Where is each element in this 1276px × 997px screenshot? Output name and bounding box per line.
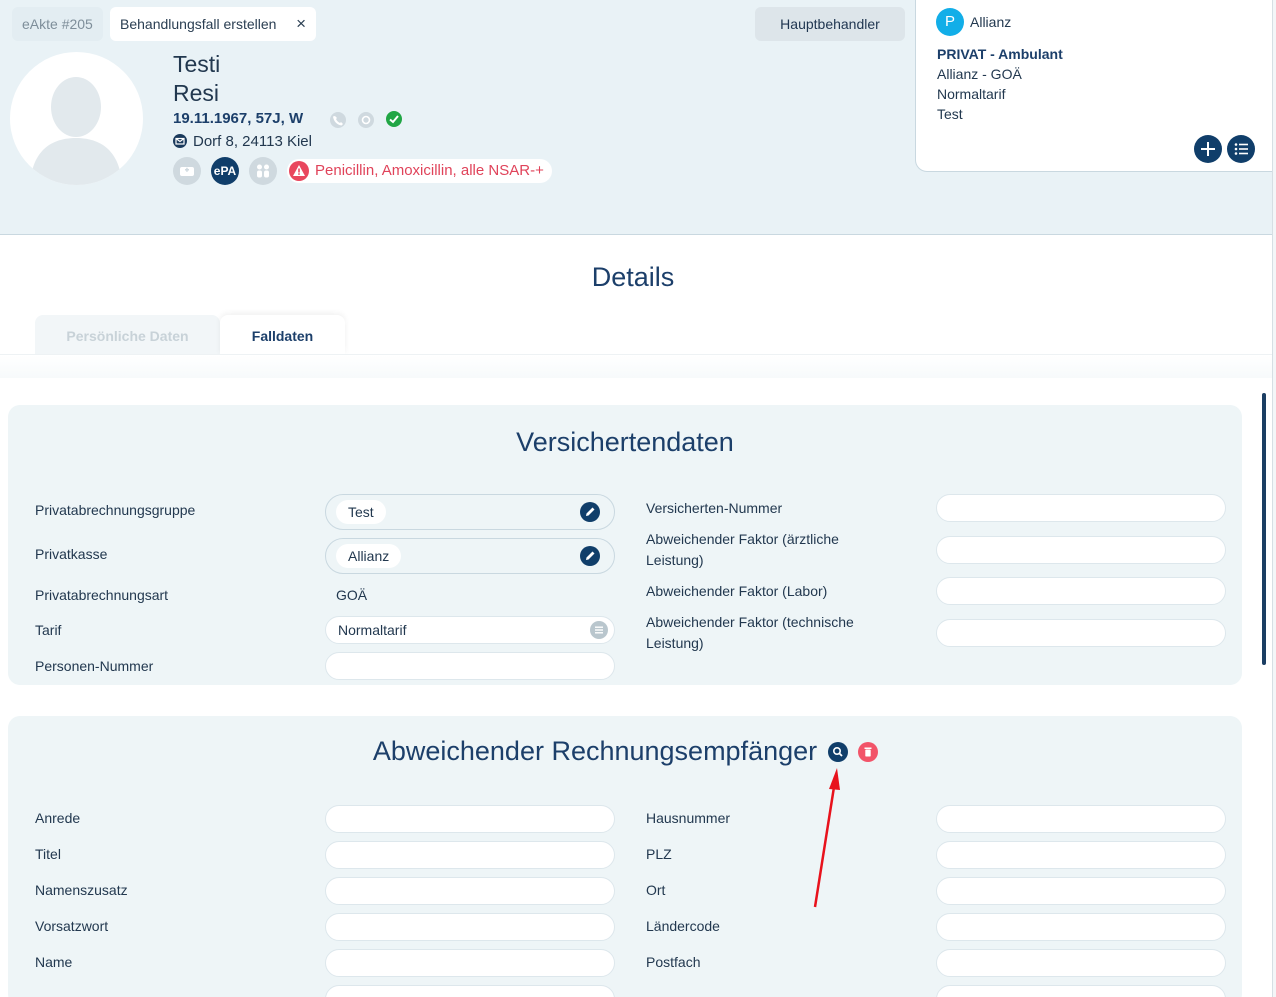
name-label: Name xyxy=(35,954,73,970)
laendercode-label: Ländercode xyxy=(646,918,720,934)
versicherten-nummer-label: Versicherten-Nummer xyxy=(646,500,783,516)
tarif-select[interactable]: Normaltarif xyxy=(325,616,615,644)
privatabrechnungsgruppe-field[interactable]: Test xyxy=(325,494,615,530)
patient-first-name: Testi xyxy=(173,51,221,77)
ort-label: Ort xyxy=(646,882,666,898)
faktor-aerztlich-input[interactable] xyxy=(936,536,1226,564)
insurance-line: Test xyxy=(937,106,963,122)
privatkasse-chip: Allianz xyxy=(336,544,402,568)
laendercode-input[interactable] xyxy=(936,913,1226,941)
ort-input[interactable] xyxy=(936,877,1226,905)
faktor-labor-label: Abweichender Faktor (Labor) xyxy=(646,583,828,599)
pencil-icon[interactable] xyxy=(580,502,600,522)
list-icon[interactable] xyxy=(1227,135,1255,163)
hausnummer-input[interactable] xyxy=(936,805,1226,833)
tarif-select-value: Normaltarif xyxy=(338,622,407,638)
versicherten-nummer-input[interactable] xyxy=(936,494,1226,522)
insurance-line: Normaltarif xyxy=(937,86,1006,102)
anrede-input[interactable] xyxy=(325,805,615,833)
at-icon[interactable] xyxy=(358,112,374,128)
namenszusatz-label: Namenszusatz xyxy=(35,882,128,898)
privatabrechnungsgruppe-label: Privatabrechnungsgruppe xyxy=(35,502,196,518)
trash-icon[interactable] xyxy=(858,742,878,762)
vorsatzwort-label: Vorsatzwort xyxy=(35,918,109,934)
insurance-type-badge: P xyxy=(936,8,964,36)
privatkasse-label: Privatkasse xyxy=(35,546,108,562)
privatabrechnungsart-value: GOÄ xyxy=(336,587,368,603)
postfach-label: Postfach xyxy=(646,954,701,970)
plz-label: PLZ xyxy=(646,846,672,862)
personen-nummer-input[interactable] xyxy=(325,652,615,680)
allergy-badge[interactable]: Penicillin, Amoxicillin, alle NSAR-+ xyxy=(287,159,552,183)
insurance-name: Allianz xyxy=(970,14,1012,30)
patient-address-text: Dorf 8, 24113 Kiel xyxy=(193,133,312,150)
phone-icon[interactable] xyxy=(330,112,346,128)
insurance-type: PRIVAT - Ambulant xyxy=(937,46,1063,62)
person-silhouette-icon xyxy=(30,77,122,185)
vorsatzwort-input[interactable] xyxy=(325,913,615,941)
faktor-technisch-label: Abweichender Faktor (technische Leistung… xyxy=(646,614,854,651)
section-title: Abweichender Rechnungsempfänger xyxy=(372,736,818,766)
details-title: Details xyxy=(591,262,675,292)
tab-falldaten[interactable]: Falldaten xyxy=(220,315,345,355)
check-icon xyxy=(386,111,402,127)
faktor-technisch-input[interactable] xyxy=(936,619,1226,647)
insurance-line: Allianz - GOÄ xyxy=(937,66,1022,82)
allergy-text: Penicillin, Amoxicillin, alle NSAR-+ xyxy=(315,162,544,179)
patient-address: Dorf 8, 24113 Kiel xyxy=(173,133,312,150)
close-icon[interactable]: × xyxy=(296,7,306,41)
privatabrechnungsart-label: Privatabrechnungsart xyxy=(35,587,169,603)
postfach-input[interactable] xyxy=(936,949,1226,977)
warning-icon xyxy=(289,161,309,181)
family-icon[interactable] xyxy=(249,157,277,185)
privatabrechnungsgruppe-chip: Test xyxy=(336,500,386,524)
titel-label: Titel xyxy=(35,846,61,862)
scrollbar-thumb[interactable] xyxy=(1262,393,1266,665)
tab-content-divider xyxy=(0,354,1272,378)
telefon-mobil-input[interactable] xyxy=(936,985,1226,997)
pencil-icon[interactable] xyxy=(580,546,600,566)
search-icon[interactable] xyxy=(828,742,848,762)
vorname-input[interactable] xyxy=(325,985,615,997)
tab-eakte[interactable]: eAkte #205 xyxy=(12,7,103,41)
scroll-track xyxy=(1272,0,1276,997)
list-icon[interactable] xyxy=(590,621,608,639)
section-title: Versichertendaten xyxy=(516,427,734,457)
tab-persoenliche-daten[interactable]: Persönliche Daten xyxy=(35,315,220,355)
mail-icon xyxy=(173,134,187,148)
name-input[interactable] xyxy=(325,949,615,977)
ambulance-icon[interactable] xyxy=(173,157,201,185)
hausnummer-label: Hausnummer xyxy=(646,810,731,826)
tab-behandlungsfall-label: Behandlungsfall erstellen xyxy=(120,16,277,32)
section-rechnungsempfaenger: Abweichender Rechnungsempfänger Anrede T… xyxy=(8,716,1242,997)
personen-nummer-label: Personen-Nummer xyxy=(35,658,154,674)
faktor-aerztlich-label: Abweichender Faktor (ärztliche Leistung) xyxy=(646,531,839,568)
add-button[interactable] xyxy=(1194,135,1222,163)
hauptbehandler-button[interactable]: Hauptbehandler xyxy=(755,7,905,41)
avatar xyxy=(10,52,143,185)
plz-input[interactable] xyxy=(936,841,1226,869)
namenszusatz-input[interactable] xyxy=(325,877,615,905)
tarif-label: Tarif xyxy=(35,622,62,638)
epa-badge[interactable]: ePA xyxy=(211,157,239,185)
patient-dob-info: 19.11.1967, 57J, W xyxy=(173,110,304,127)
section-versichertendaten: Versichertendaten Privatabrechnungsgrupp… xyxy=(8,405,1242,685)
patient-header: eAkte #205 Behandlungsfall erstellen × H… xyxy=(0,0,1275,235)
titel-input[interactable] xyxy=(325,841,615,869)
privatkasse-field[interactable]: Allianz xyxy=(325,538,615,574)
tab-behandlungsfall[interactable]: Behandlungsfall erstellen × xyxy=(110,7,316,41)
insurance-card: P Allianz PRIVAT - Ambulant Allianz - GO… xyxy=(915,0,1275,172)
anrede-label: Anrede xyxy=(35,810,81,826)
patient-last-name: Resi xyxy=(173,80,220,106)
faktor-labor-input[interactable] xyxy=(936,577,1226,605)
